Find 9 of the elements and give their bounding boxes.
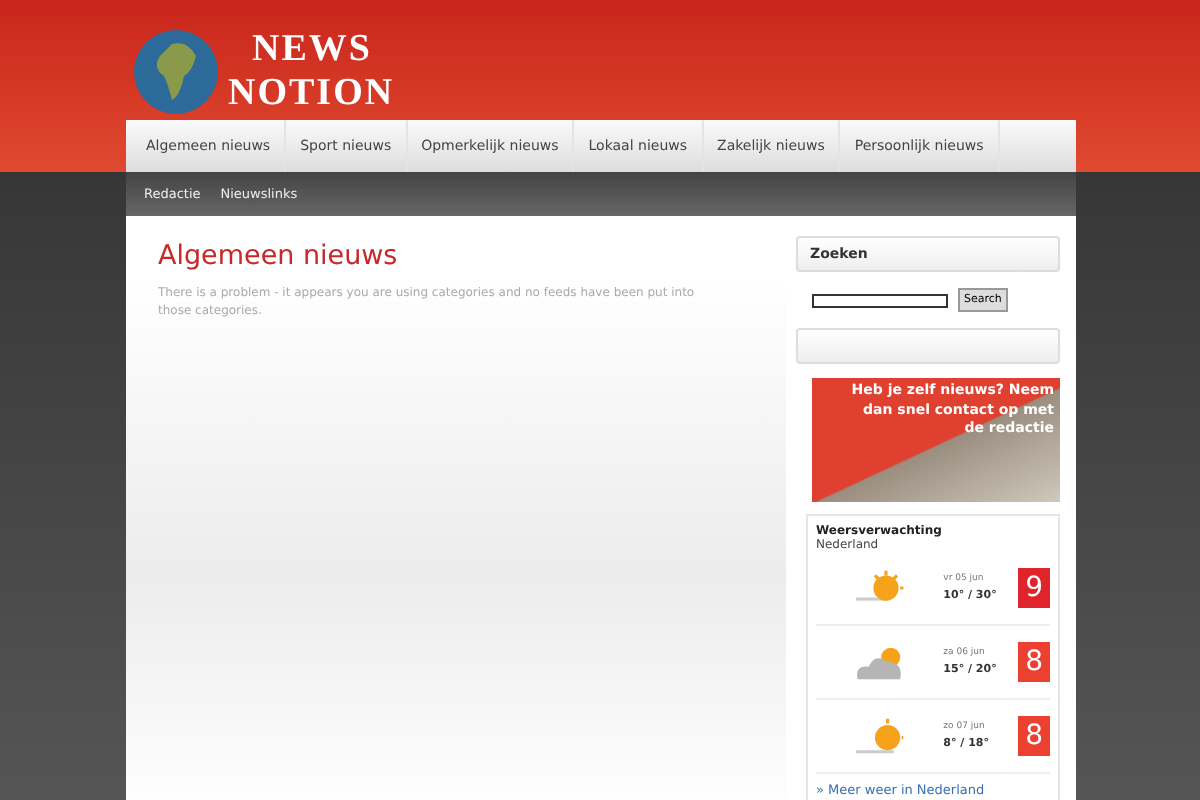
weather-score: 8 — [1018, 716, 1051, 756]
weather-score: 9 — [1018, 568, 1051, 608]
globe-icon — [132, 28, 220, 116]
weather-score: 8 — [1018, 642, 1051, 682]
logo-text: NOTION — [228, 72, 395, 116]
logo-text: NEWS — [250, 28, 374, 72]
search-field[interactable] — [812, 293, 948, 307]
page-heading: Algemeen nieuws — [158, 240, 400, 272]
sun-icon — [856, 714, 904, 758]
